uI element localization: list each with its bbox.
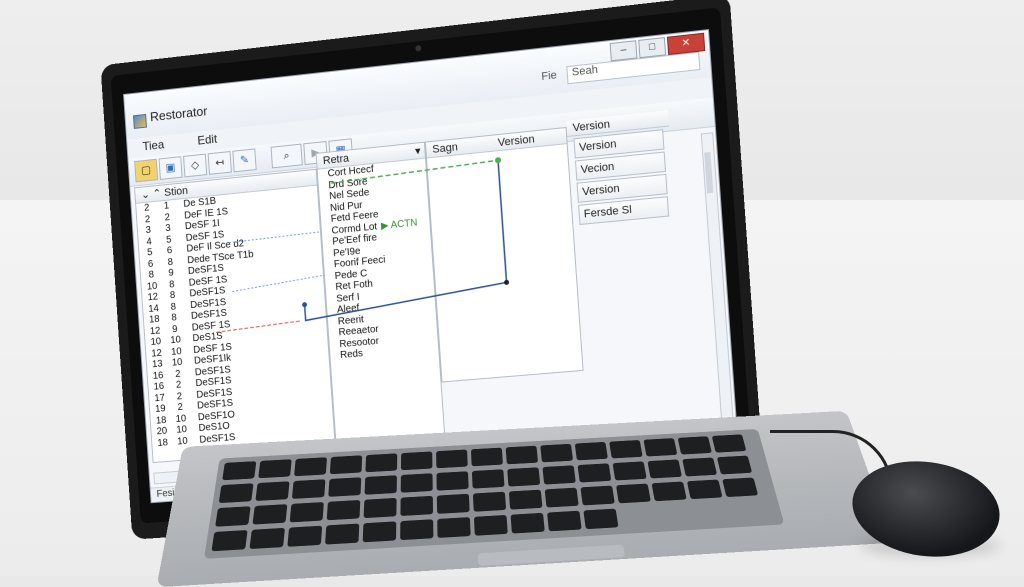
keyboard-key[interactable] [400, 519, 434, 541]
keyboard-key[interactable] [222, 461, 257, 481]
keyboard-key[interactable] [643, 438, 678, 457]
keyboard-key[interactable] [544, 487, 579, 508]
keyboard-key[interactable] [329, 455, 363, 475]
back-icon[interactable]: ◇ [183, 153, 208, 178]
folder-icon[interactable]: ▢ [134, 158, 159, 183]
keyboard-key[interactable] [437, 517, 471, 538]
keyboard-key[interactable] [471, 469, 505, 489]
keyboard-key[interactable] [436, 471, 469, 491]
keyboard-key[interactable] [363, 497, 397, 519]
keyboard-key[interactable] [651, 481, 687, 502]
keyboard-key[interactable] [400, 495, 434, 517]
webcam [415, 44, 422, 52]
dropdown-arrow-icon: ▾ [414, 145, 421, 158]
keyboard-key[interactable] [294, 457, 328, 477]
keyboard-key[interactable] [436, 449, 468, 469]
keyboard-key[interactable] [436, 493, 470, 514]
keyboard-key[interactable] [547, 510, 582, 532]
close-button[interactable]: ✕ [666, 32, 706, 56]
keyboard-key[interactable] [686, 479, 723, 500]
version-column-header[interactable]: Version [497, 131, 535, 150]
detail-panel: Sagn Version [424, 126, 584, 383]
section-rows: 2 1 De S1B 2 2 DeF IE 1S 3 3 DeSF 1I 4 5 DeSF 1S 5 6 D… [136, 186, 334, 450]
keyboard-key[interactable] [252, 504, 288, 525]
keyboard-key[interactable] [722, 477, 759, 498]
keyboard-key[interactable] [577, 463, 612, 483]
keyboard-key[interactable] [609, 439, 643, 459]
keyboard-key[interactable] [218, 483, 254, 504]
forward-icon[interactable]: ↤ [207, 151, 232, 175]
keyboard-key[interactable] [574, 441, 608, 461]
keyboard-key[interactable] [540, 443, 574, 463]
keyboard-key[interactable] [682, 457, 718, 477]
keyboard-key[interactable] [400, 451, 433, 471]
keyboard-key[interactable] [215, 506, 251, 527]
keyboard-key[interactable] [583, 508, 619, 530]
scroll-thumb[interactable] [704, 152, 714, 194]
resource-list-panel: Retra ▾ Cort Hcecf Drd Sore Nel Sede Nid Pu… [315, 141, 446, 449]
keyboard-key[interactable] [505, 445, 539, 465]
keyboard-key[interactable] [258, 459, 292, 479]
section-list-panel: ⌄ ⌃ Stion 2 1 De S1B 2 2 DeF IE 1S 3 3 DeSF 1I 4 5… [134, 168, 336, 464]
keyboard-key[interactable] [362, 521, 397, 543]
keyboard-key[interactable] [542, 465, 576, 485]
keyboard-key[interactable] [400, 473, 433, 493]
keyboard-key[interactable] [507, 467, 541, 487]
keyboard-key[interactable] [211, 530, 248, 552]
keyboard-key[interactable] [255, 481, 290, 502]
keyboard-key[interactable] [473, 514, 508, 536]
keyboard-key[interactable] [325, 523, 360, 545]
window-title: Restorator [149, 103, 208, 125]
search-label: Fie [540, 69, 558, 83]
keyboard-key[interactable] [365, 453, 398, 473]
keyboard-key[interactable] [364, 475, 397, 495]
edit-icon[interactable]: ✎ [232, 148, 257, 173]
save-icon[interactable]: ▣ [158, 156, 183, 180]
search-icon[interactable]: ⌕ [270, 143, 303, 169]
version-panel: Version Version Vecion Version Fersde Sl [566, 110, 684, 352]
keyboard-key[interactable] [508, 489, 543, 510]
keyboard-key[interactable] [291, 479, 326, 499]
keyboard-key[interactable] [326, 499, 361, 521]
keyboard-key[interactable] [612, 461, 647, 481]
resource-rows: Cort Hcecf Drd Sore Nel Sede Nid Pur Fetd Fe… [318, 159, 439, 363]
sort-chevron-icon: ⌄ ⌃ [140, 187, 165, 202]
keyboard-key[interactable] [616, 483, 651, 504]
keyboard-key[interactable] [472, 491, 507, 512]
keyboard-key[interactable] [249, 527, 285, 550]
keyboard-key[interactable] [287, 525, 323, 547]
keyboard-key[interactable] [711, 434, 747, 453]
app-icon [132, 113, 147, 129]
keyboard-key[interactable] [677, 436, 712, 455]
keyboard-key[interactable] [470, 447, 503, 467]
keyboard-key[interactable] [647, 459, 682, 479]
row-index: 18 [157, 436, 169, 449]
keyboard-key[interactable] [289, 502, 324, 523]
keyboard-key[interactable] [328, 477, 362, 497]
keyboard-key[interactable] [716, 455, 753, 475]
keyboard-key[interactable] [510, 512, 545, 534]
keyboard [203, 428, 785, 559]
keyboard-key[interactable] [580, 485, 615, 506]
